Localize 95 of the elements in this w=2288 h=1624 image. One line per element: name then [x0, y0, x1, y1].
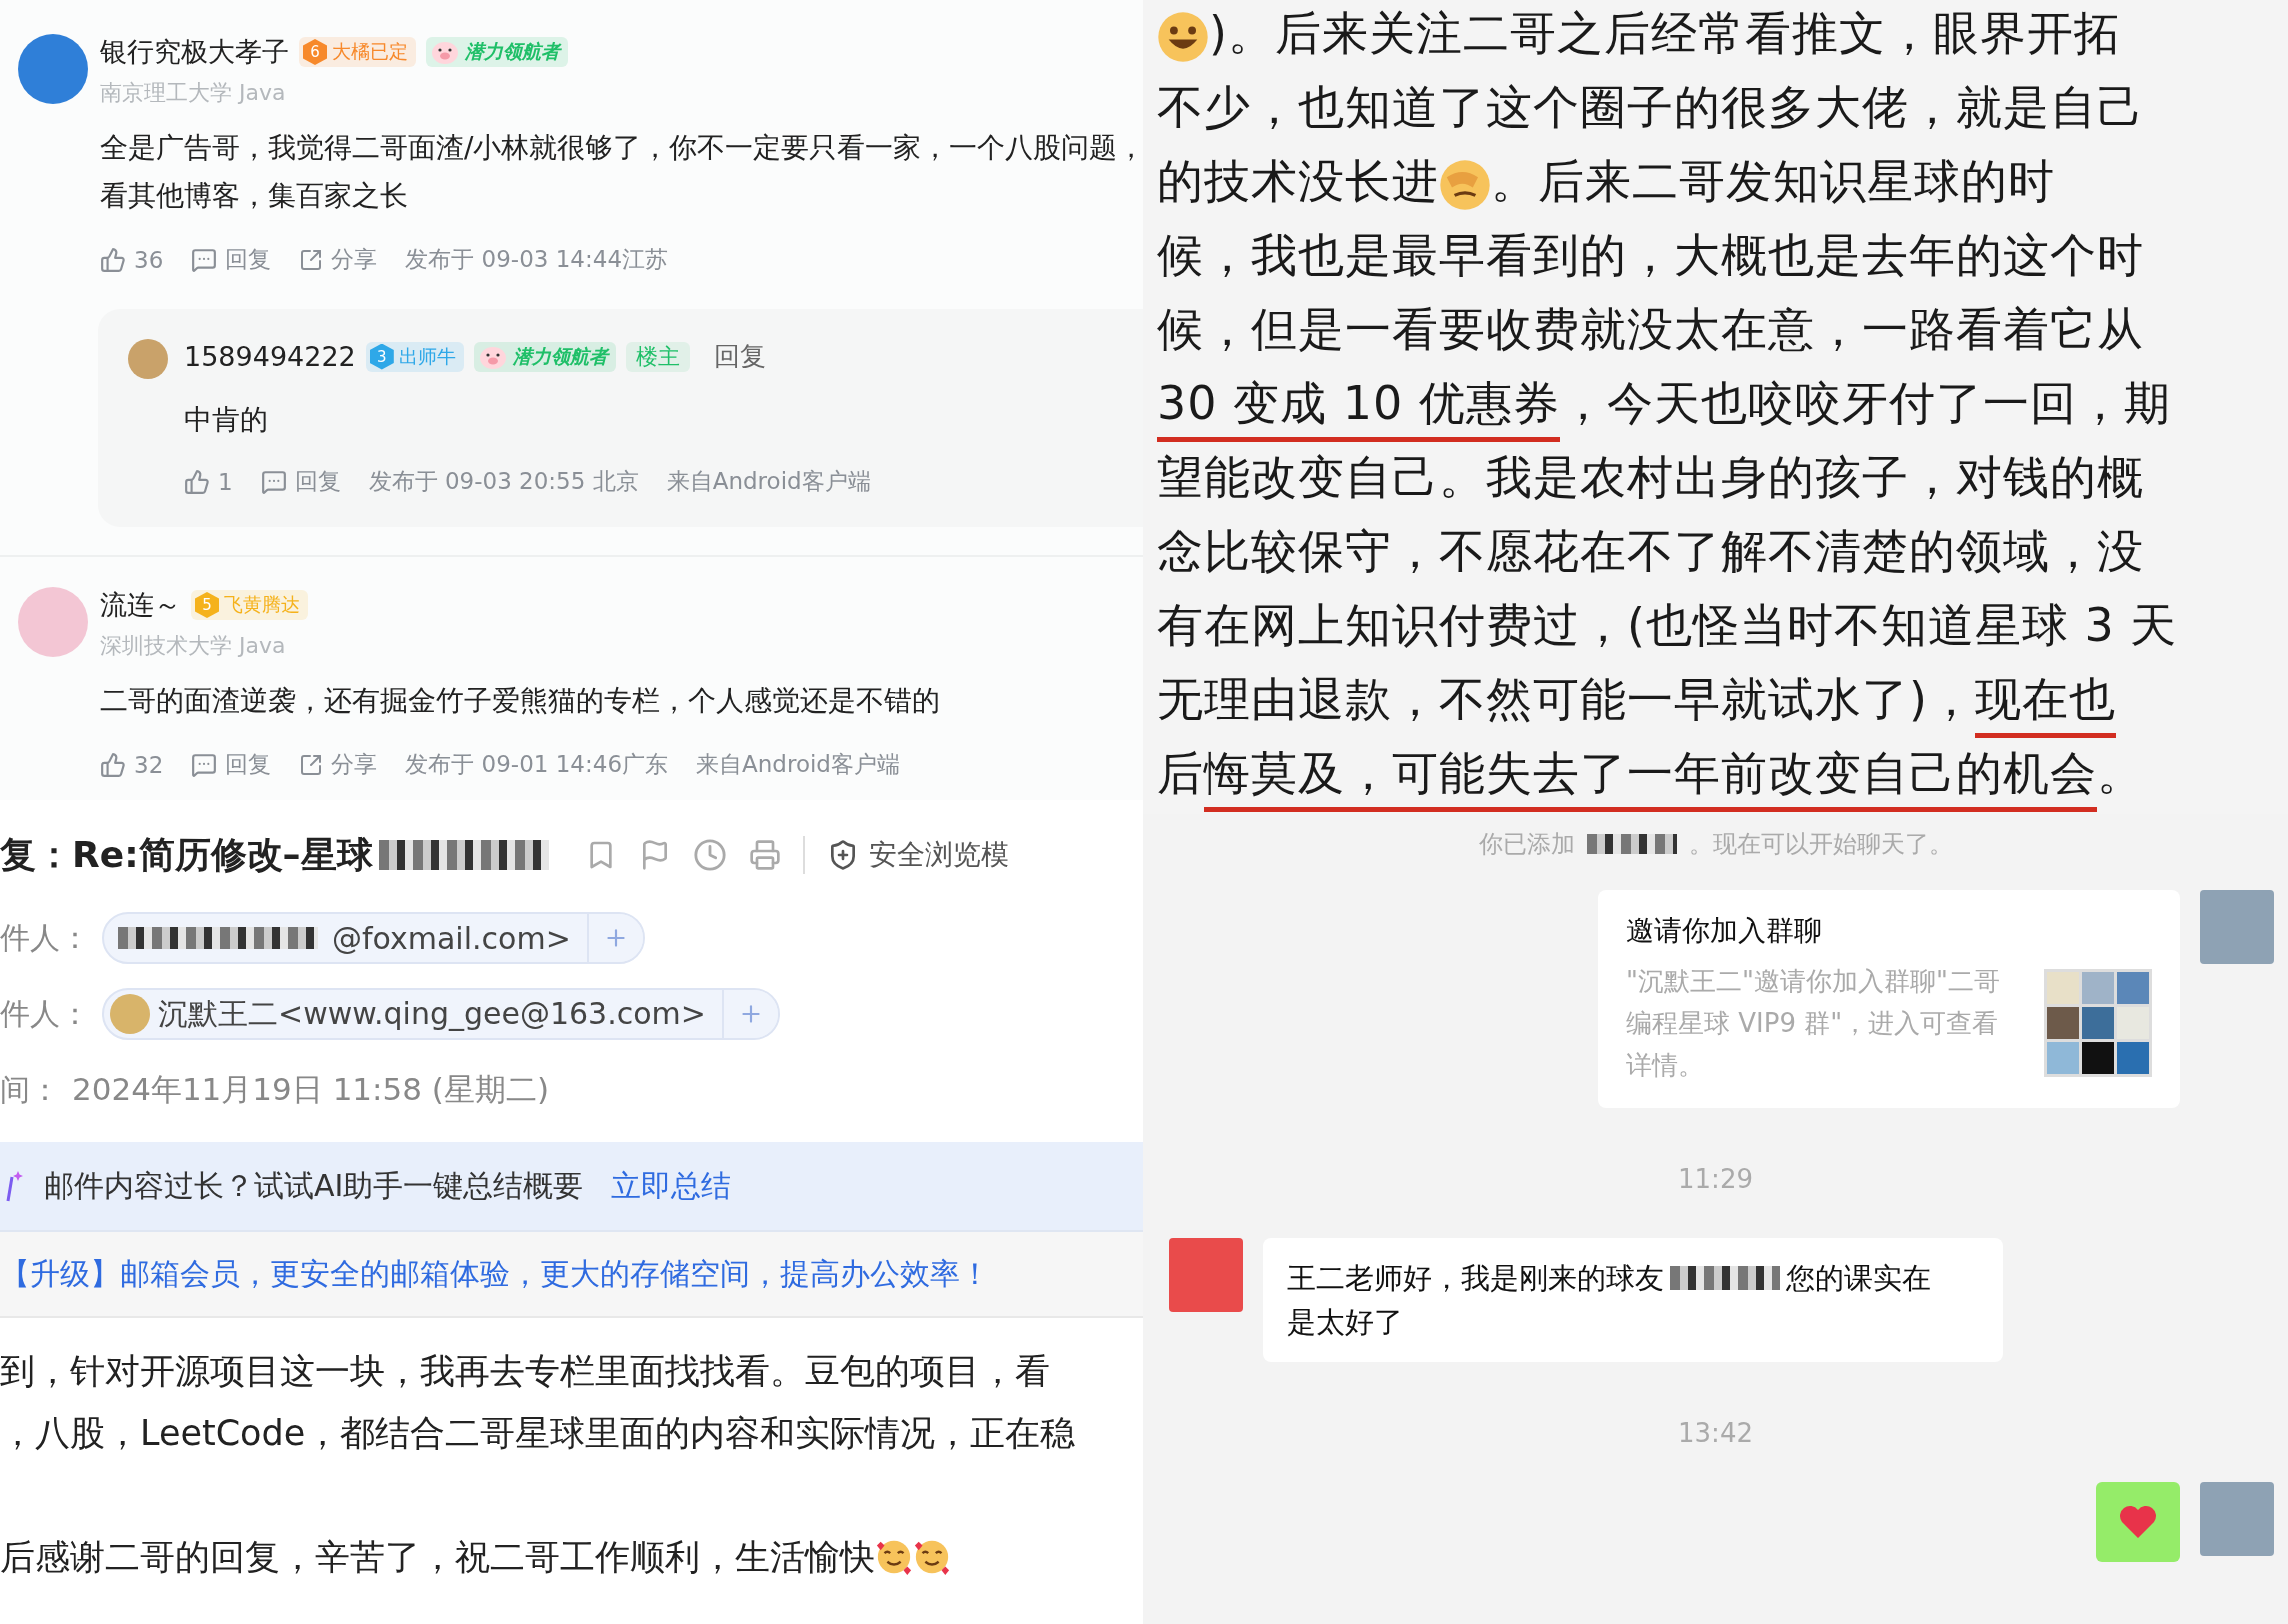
comment-icon [191, 246, 218, 273]
post-date: 发布于 09-01 14:46广东 [405, 750, 669, 779]
grinning-emoji-icon [1157, 11, 1209, 63]
add-contact-button[interactable] [586, 914, 643, 962]
time-label: 间： [0, 1071, 60, 1109]
username[interactable]: 流连～ [100, 587, 181, 623]
badge-label: 潜力领航者 [465, 39, 560, 64]
reply-link[interactable]: 回复 [713, 339, 766, 374]
sent-time: 2024年11月19日 11:58 (星期二) [72, 1070, 550, 1109]
post-text: 的技术没长进 [1157, 152, 1439, 210]
post-text: 30 变成 10 优惠券 [1157, 372, 1560, 442]
summarize-link[interactable]: 立即总结 [611, 1165, 732, 1207]
reply-text: 中肯的 [184, 402, 269, 438]
post-text: ，今天也咬咬牙付了一回，期 [1559, 374, 2171, 432]
ai-sparkle-icon [4, 1169, 24, 1203]
school-label: 南京理工大学 Java [100, 79, 287, 107]
printer-icon [748, 839, 781, 871]
print-button[interactable] [748, 839, 781, 871]
to-label: 件人： [0, 995, 90, 1033]
share-icon [299, 247, 324, 272]
post-text: 候，但是一看要收费就没太在意，一路看着它从 [1157, 300, 2144, 358]
comment-text: 看其他博客，集百家之长 [100, 178, 409, 214]
person-avatar [110, 994, 150, 1034]
post-text: 。 [2097, 744, 2144, 802]
invite-description: "沉默王二"邀请你加入群聊"二哥编程星球 VIP9 群"，进入可查看详情。 [1626, 965, 2001, 1082]
like-button[interactable]: 36 [100, 246, 164, 273]
like-button[interactable]: 1 [184, 468, 233, 495]
comment-icon [260, 468, 287, 495]
clock-icon [692, 838, 727, 872]
safe-browsing-button[interactable]: 安全浏览模 [802, 836, 1009, 874]
message-text: 是太好了 [1287, 1304, 1403, 1341]
message-text: 后感谢二哥的回复，辛苦了，祝二哥工作顺利，生活愉快 [0, 1535, 875, 1579]
post-text: 现在也 [1974, 668, 2116, 738]
post-text: 悔莫及，可能失去了一年前改变自己的机会 [1204, 742, 2097, 812]
user-avatar[interactable] [128, 339, 168, 379]
comment-icon [191, 751, 218, 778]
chat-timestamp: 11:29 [1677, 1164, 1754, 1194]
system-note: 。现在可以开始聊天了。 [1688, 829, 1953, 860]
school-label: 深圳技术大学 Java [100, 632, 287, 660]
message-text: 王二老师好，我是刚来的球友 [1287, 1260, 1664, 1297]
reply-button[interactable]: 回复 [191, 244, 272, 275]
level-number: 6 [303, 39, 327, 65]
share-button[interactable]: 分享 [299, 244, 378, 275]
comment-text: 二哥的面渣逆袭，还有掘金竹子爱熊猫的专栏，个人感觉还是不错的 [100, 683, 941, 719]
group-invite-card[interactable]: 邀请你加入群聊 "沉默王二"邀请你加入群聊"二哥编程星球 VIP9 群"，进入可查看详情。 [1598, 890, 2180, 1108]
post-text: 不少，也知道了这个圈子的很多大佬，就是自己 [1157, 78, 2144, 136]
like-button[interactable]: 32 [100, 751, 164, 778]
username[interactable]: 1589494222 [184, 341, 356, 372]
thumbs-up-icon [100, 246, 126, 273]
comment-text: 全是广告哥，我觉得二哥面渣/小林就很够了，你不一定要只看一家，一个八股问题， [100, 130, 1143, 166]
recipient-chip[interactable]: 沉默王二<www.qing_gee@163.com> [102, 988, 780, 1040]
ai-summary-prompt: 邮件内容过长？试试AI助手一键总结概要 [44, 1166, 584, 1205]
author-tag: 楼主 [625, 341, 690, 372]
thumbs-up-icon [100, 751, 126, 778]
clock-button[interactable] [692, 838, 727, 872]
share-button[interactable]: 分享 [299, 749, 378, 780]
badge-label: 潜力领航者 [512, 343, 608, 369]
level-number: 3 [369, 343, 394, 370]
heart-icon [2118, 1504, 2158, 1540]
post-date: 发布于 09-03 20:55 北京 [368, 467, 639, 496]
facepalm-emoji-icon [1439, 159, 1491, 211]
post-text: 后 [1157, 744, 1204, 802]
add-contact-button[interactable] [721, 990, 778, 1038]
reply-button[interactable]: 回复 [191, 749, 272, 780]
chat-timestamp: 13:42 [1677, 1418, 1754, 1448]
post-source: 来自Android客户端 [666, 467, 871, 496]
badge-label: 飞黄腾达 [224, 592, 300, 617]
system-note: 你已添加 [1478, 829, 1575, 860]
pig-face-icon [430, 39, 460, 65]
smiling-hearts-emoji-icon [875, 1538, 913, 1576]
badge-label: 大橘已定 [332, 39, 408, 64]
post-text: )。后来关注二哥之后经常看推文，眼界开拓 [1209, 4, 2121, 62]
upgrade-link[interactable]: 【升级】邮箱会员，更安全的邮箱体验，更大的存储空间，提高办公效率！ [0, 1232, 1143, 1318]
message-text: 您的课实在 [1786, 1260, 1931, 1297]
post-text: 候，我也是最早看到的，大概也是去年的这个时 [1157, 226, 2144, 284]
username[interactable]: 银行究极大孝子 [100, 34, 289, 70]
sender-chip[interactable]: @foxmail.com> [102, 912, 645, 964]
thumbs-up-icon [184, 468, 210, 495]
badge-label: 出师牛 [398, 343, 456, 369]
message-text: ，八股，LeetCode，都结合二哥星球里面的内容和实际情况，正在稳 [0, 1411, 1076, 1455]
post-text: 有在网上知识付费过，(也怪当时不知道星球 3 天 [1157, 596, 2178, 654]
post-date: 发布于 09-03 14:44江苏 [405, 245, 669, 274]
invite-title: 邀请你加入群聊 [1626, 913, 1823, 949]
message-text: 到，针对开源项目这一块，我再去专栏里面找找看。豆包的项目，看 [0, 1349, 1050, 1393]
reply-button[interactable]: 回复 [260, 466, 341, 497]
post-text: 念比较保守，不愿花在不了解不清楚的领域，没 [1157, 522, 2144, 580]
from-label: 件人： [0, 919, 90, 957]
post-text: 。后来二哥发知识星球的时 [1491, 152, 2055, 210]
level-number: 5 [195, 592, 219, 618]
share-icon [299, 752, 324, 777]
post-text: 望能改变自己。我是农村出身的孩子，对钱的概 [1157, 448, 2144, 506]
smiling-hearts-emoji-icon [913, 1538, 951, 1576]
post-source: 来自Android客户端 [696, 750, 900, 779]
subject-text: 复：Re:简历修改–星球 [0, 832, 373, 877]
post-text: 无理由退款，不然可能一早就试水了)， [1157, 670, 1975, 728]
